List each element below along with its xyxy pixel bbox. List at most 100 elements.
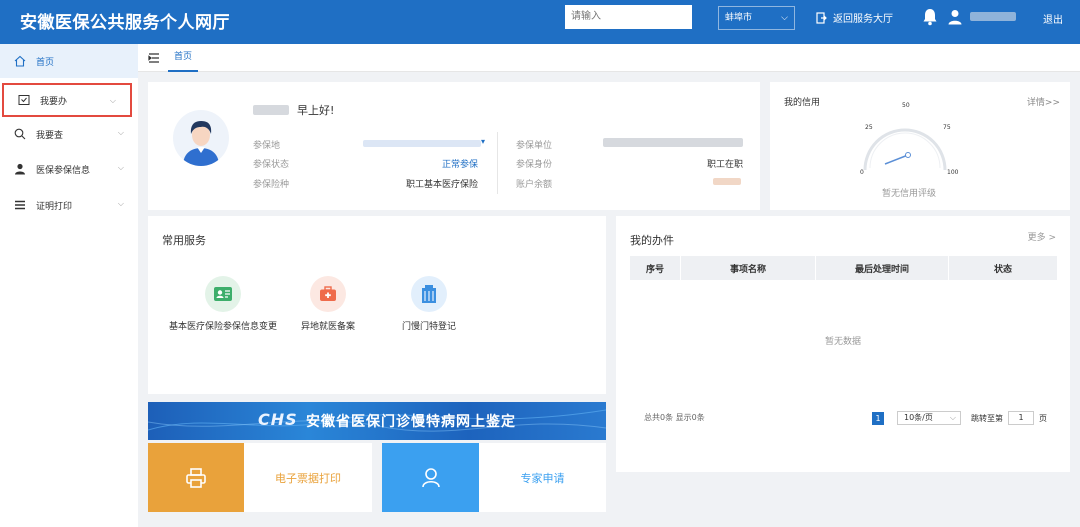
service-remote-medical-filing[interactable]: 异地就医备案 [273, 276, 383, 335]
sidebar-item-label: 首页 [36, 57, 55, 68]
expert-application-label[interactable]: 专家申请 [479, 443, 606, 512]
home-icon [14, 55, 26, 67]
id-card-icon [205, 276, 241, 312]
return-service-hall-button[interactable]: 返回服务大厅 [816, 10, 893, 25]
logout-button[interactable]: 退出 [1043, 11, 1063, 26]
table-header: 序号 事项名称 最后处理时间 状态 [630, 256, 1058, 280]
chs-logo: CHS [258, 410, 298, 429]
chevron-down-icon: ⌵ [781, 13, 788, 23]
service-label: 门慢门特登记 [401, 322, 456, 332]
chevron-down-icon: ⌵ [949, 413, 956, 422]
credit-detail-link[interactable]: 详情>> [1027, 95, 1060, 108]
credit-gauge: 0 25 50 75 100 [860, 102, 959, 176]
divider [497, 132, 498, 194]
gauge-tick: 75 [943, 124, 951, 131]
profile-card: 早上好! 参保地 ▾ 参保状态 正常参保 参保险种 职工基本医疗保险 参保单位 … [148, 82, 760, 210]
chevron-down-icon: ⌵ [109, 96, 116, 105]
service-chronic-disease-registration[interactable]: 门慢门特登记 [374, 276, 484, 335]
insured-employer-masked [603, 138, 743, 147]
avatar [173, 110, 229, 166]
gauge-needle [884, 154, 909, 165]
field-value-insured-identity: 职工在职 [706, 160, 743, 170]
sidebar-item-certificate-print[interactable]: 证明打印 ⌵ [0, 188, 138, 222]
service-label: 基本医疗保险参保信息变更 [168, 322, 277, 332]
my-cases-title: 我的办件 [630, 234, 674, 247]
greeting: 早上好! [253, 102, 334, 118]
tab-bar: 首页 [138, 44, 1080, 72]
field-label-insured-status: 参保状态 [253, 160, 290, 170]
bell-icon[interactable] [922, 8, 938, 26]
expert-application-tile[interactable] [382, 443, 479, 512]
field-label-insured-region: 参保地 [253, 141, 281, 151]
column-header: 状态 [949, 256, 1058, 280]
more-link[interactable]: 更多 > [1028, 230, 1056, 243]
field-label-insured-identity: 参保身份 [516, 160, 553, 170]
chevron-down-icon: ⌵ [117, 199, 124, 208]
chevron-down-icon: ⌵ [117, 163, 124, 172]
chevron-down-icon: ⌵ [117, 128, 124, 137]
banner-title: 安徽省医保门诊慢特病网上鉴定 [306, 414, 516, 430]
e-invoice-print-tile[interactable] [148, 443, 244, 512]
column-header: 最后处理时间 [816, 256, 949, 280]
column-header: 事项名称 [681, 256, 816, 280]
service-insurance-change[interactable]: 基本医疗保险参保信息变更 [168, 276, 278, 335]
field-label-insurance-type: 参保险种 [253, 180, 290, 190]
sidebar-item-label: 我要办 [40, 96, 68, 107]
field-label-account-balance: 账户余额 [516, 180, 553, 190]
todo-icon [18, 94, 30, 106]
credit-title: 我的信用 [784, 98, 821, 108]
hospital-building-icon [411, 276, 447, 312]
services-card: 常用服务 基本医疗保险参保信息变更 异地就医备案 门慢门特登记 [148, 216, 606, 394]
field-value-insurance-type: 职工基本医疗保险 [405, 180, 478, 190]
gauge-tick: 50 [902, 102, 910, 109]
sidebar-item-label: 我要查 [36, 130, 64, 141]
greeting-text: 早上好! [297, 104, 335, 117]
person-icon [14, 163, 26, 175]
printer-icon [186, 467, 206, 488]
empty-state: 暂无数据 [824, 337, 861, 347]
page-size-select[interactable]: 10条/页 ⌵ [897, 411, 961, 425]
pager-total: 总共0条 显示0条 [644, 413, 705, 422]
page-size-value: 10条/页 [904, 413, 933, 422]
tab-home[interactable]: 首页 [168, 44, 199, 72]
gauge-tick: 100 [947, 169, 959, 176]
gauge-tick: 25 [865, 124, 873, 131]
page-suffix: 页 [1039, 414, 1047, 423]
field-label-insured-employer: 参保单位 [516, 141, 553, 151]
sidebar-item-home[interactable]: 首页 [0, 44, 138, 78]
person-outline-icon [421, 467, 440, 487]
sidebar-item-label: 证明打印 [36, 201, 73, 212]
gauge-tick: 0 [860, 169, 864, 176]
insured-region-masked [363, 140, 481, 147]
page-button[interactable]: 1 [872, 412, 884, 425]
search-input[interactable] [565, 5, 692, 29]
sidebar-item-label: 医保参保信息 [36, 165, 91, 176]
sidebar: 首页 我要办 ⌵ 我要查 ⌵ 医保参保信息 ⌵ 证明打印 ⌵ [0, 44, 138, 527]
caret-down-icon[interactable]: ▾ [481, 137, 485, 146]
field-value-insured-status: 正常参保 [441, 160, 478, 170]
user-name-masked [970, 12, 1016, 21]
header: 安徽医保公共服务个人网厅 蚌埠市 ⌵ 返回服务大厅 退出 [0, 0, 1080, 44]
account-balance-masked [713, 178, 741, 185]
exit-door-icon [816, 11, 827, 24]
city-select-value: 蚌埠市 [725, 13, 753, 23]
city-select[interactable]: 蚌埠市 ⌵ [718, 6, 795, 30]
my-cases-card: 我的办件 更多 > 序号 事项名称 最后处理时间 状态 暂无数据 总共0条 显示… [616, 216, 1070, 472]
chronic-disease-banner[interactable]: CHS 安徽省医保门诊慢特病网上鉴定 [148, 402, 606, 440]
credit-card: 我的信用 详情>> 0 25 50 75 100 暂无信用评级 [770, 82, 1070, 210]
return-label: 返回服务大厅 [833, 14, 893, 25]
menu-fold-icon[interactable] [148, 52, 160, 64]
jump-page-input[interactable]: 1 [1008, 411, 1034, 425]
e-invoice-print-label[interactable]: 电子票据打印 [244, 443, 372, 512]
services-title: 常用服务 [162, 234, 206, 247]
sidebar-item-query[interactable]: 我要查 ⌵ [0, 117, 138, 151]
app-title: 安徽医保公共服务个人网厅 [20, 13, 230, 33]
medical-kit-icon [310, 276, 346, 312]
service-label: 异地就医备案 [300, 322, 355, 332]
column-header: 序号 [630, 256, 681, 280]
search-icon [14, 128, 26, 140]
jump-label: 跳转至第 [971, 414, 1003, 423]
user-icon[interactable] [948, 9, 962, 25]
sidebar-item-insurance-info[interactable]: 医保参保信息 ⌵ [0, 152, 138, 186]
sidebar-item-todo[interactable]: 我要办 ⌵ [2, 83, 132, 117]
